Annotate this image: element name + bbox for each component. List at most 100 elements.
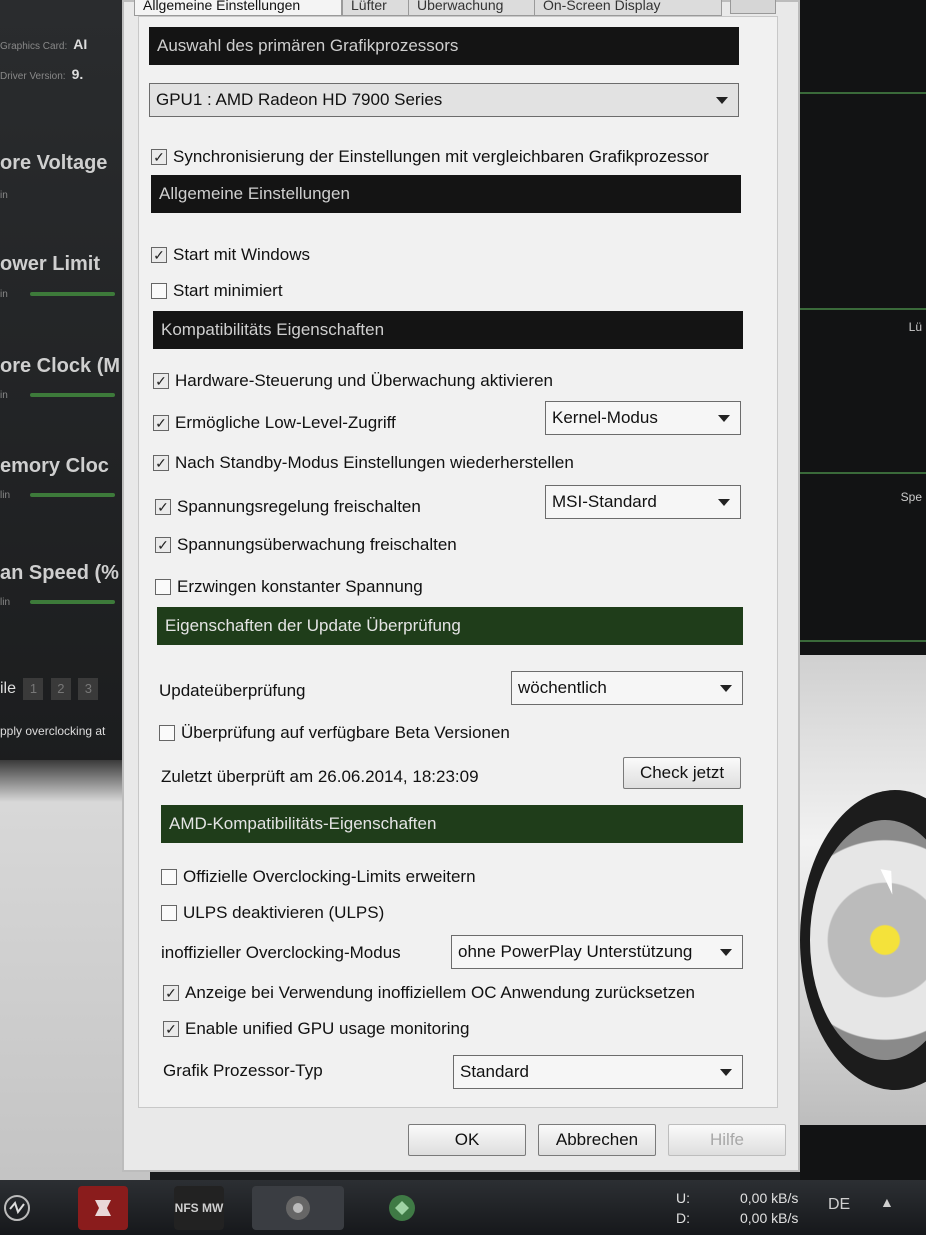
voltage-unlock-row[interactable]: ✓ Spannungsregelung freischalten [155, 497, 421, 517]
sync-checkbox[interactable]: ✓ [151, 149, 167, 165]
standby-row[interactable]: ✓ Nach Standby-Modus Einstellungen wiede… [153, 453, 574, 473]
fan-graph-label: Lü [908, 320, 922, 334]
beta-check-row[interactable]: Überprüfung auf verfügbare Beta Versione… [159, 723, 510, 743]
power-limit-slider[interactable] [30, 292, 115, 296]
voltage-monitor-label: Spannungsüberwachung freischalten [177, 535, 457, 554]
core-voltage-min: in [0, 190, 8, 201]
standby-checkbox[interactable]: ✓ [153, 455, 169, 471]
low-level-row[interactable]: ✓ Ermögliche Low-Level-Zugriff [153, 413, 396, 433]
last-checked-text: Zuletzt überprüft am 26.06.2014, 18:23:0… [161, 767, 479, 786]
start-minimized-checkbox[interactable] [151, 283, 167, 299]
update-interval-select[interactable]: wöchentlich [511, 671, 743, 705]
hw-control-row[interactable]: ✓ Hardware-Steuerung und Überwachung akt… [153, 371, 553, 391]
core-clock-label: ore Clock (M [0, 355, 121, 377]
upload-label: U: [676, 1190, 690, 1206]
chevron-down-icon [720, 1069, 732, 1076]
memory-clock-min: lin [0, 490, 11, 501]
memory-clock-slider[interactable] [30, 493, 115, 497]
gpu-select-value: GPU1 : AMD Radeon HD 7900 Series [156, 90, 443, 109]
ok-button[interactable]: OK [408, 1124, 526, 1156]
official-oc-row[interactable]: Offizielle Overclocking-Limits erweitern [161, 867, 476, 887]
power-limit-min: in [0, 289, 8, 300]
sync-row[interactable]: ✓ Synchronisierung der Einstellungen mit… [151, 147, 709, 167]
fan-speed-label: an Speed (% [0, 562, 119, 584]
voltage-unlock-checkbox[interactable]: ✓ [155, 499, 171, 515]
gpu-type-value: Standard [460, 1062, 529, 1081]
official-oc-checkbox[interactable] [161, 869, 177, 885]
gpu-type-label: Grafik Prozessor-Typ [163, 1061, 323, 1080]
start-windows-checkbox[interactable]: ✓ [151, 247, 167, 263]
network-labels: U: D: [676, 1188, 690, 1228]
chevron-down-icon [720, 949, 732, 956]
profile-label: ile [0, 680, 17, 697]
tray-expand-icon[interactable]: ▲ [880, 1194, 894, 1210]
profile-slot-2[interactable]: 2 [50, 678, 71, 700]
graphics-card-meta: Graphics Card: AI [0, 36, 88, 52]
voltage-mode-value: MSI-Standard [552, 492, 657, 511]
wolfenstein-taskbar-icon[interactable] [78, 1186, 128, 1230]
update-interval-value: wöchentlich [518, 678, 607, 697]
check-now-button[interactable]: Check jetzt [623, 757, 741, 789]
gpu-type-select[interactable]: Standard [453, 1055, 743, 1089]
section-compatibility: Kompatibilitäts Eigenschaften [153, 311, 743, 349]
unified-gpu-checkbox[interactable]: ✓ [163, 1021, 179, 1037]
core-clock-slider[interactable] [30, 393, 115, 397]
profile-slot-1[interactable]: 1 [23, 678, 44, 700]
afterburner-icon [4, 1195, 30, 1221]
beta-check-label: Überprüfung auf verfügbare Beta Versione… [181, 723, 510, 742]
core-voltage-label: ore Voltage [0, 152, 108, 174]
low-level-mode-value: Kernel-Modus [552, 408, 658, 427]
low-level-checkbox[interactable]: ✓ [153, 415, 169, 431]
reset-display-row[interactable]: ✓ Anzeige bei Verwendung inoffiziellem O… [163, 983, 695, 1003]
profile-row: ile 1 2 3 [0, 678, 99, 700]
constant-voltage-checkbox[interactable] [155, 579, 171, 595]
constant-voltage-row[interactable]: Erzwingen konstanter Spannung [155, 577, 423, 597]
beta-check-checkbox[interactable] [159, 725, 175, 741]
tab-osd[interactable]: On-Screen Display [534, 0, 722, 16]
start-windows-row[interactable]: ✓ Start mit Windows [151, 245, 310, 265]
tab-fan[interactable]: Lüfter [342, 0, 410, 16]
low-level-mode-select[interactable]: Kernel-Modus [545, 401, 741, 435]
graph-line [800, 308, 926, 310]
hw-control-checkbox[interactable]: ✓ [153, 373, 169, 389]
fan-speed-slider[interactable] [30, 600, 115, 604]
chevron-down-icon [716, 97, 728, 104]
official-oc-label: Offizielle Overclocking-Limits erweitern [183, 867, 476, 886]
ulps-checkbox[interactable] [161, 905, 177, 921]
media-player-taskbar-icon[interactable] [252, 1186, 344, 1230]
voltage-monitor-row[interactable]: ✓ Spannungsüberwachung freischalten [155, 535, 457, 555]
update-check-label: Updateüberprüfung [159, 681, 306, 700]
general-settings-panel: Auswahl des primären Grafikprozessors GP… [138, 16, 778, 1108]
nfs-taskbar-icon[interactable]: NFS MW [174, 1186, 224, 1230]
fan-speed-min: lin [0, 597, 11, 608]
afterburner-taskbar-icon[interactable] [0, 1186, 34, 1230]
start-minimized-label: Start minimiert [173, 281, 283, 300]
unofficial-oc-value: ohne PowerPlay Unterstützung [458, 942, 693, 961]
standby-label: Nach Standby-Modus Einstellungen wiederh… [175, 453, 574, 472]
gpu-select[interactable]: GPU1 : AMD Radeon HD 7900 Series [149, 83, 739, 117]
section-general: Allgemeine Einstellungen [151, 175, 741, 213]
voltage-monitor-checkbox[interactable]: ✓ [155, 537, 171, 553]
reset-display-checkbox[interactable]: ✓ [163, 985, 179, 1001]
ulps-row[interactable]: ULPS deaktivieren (ULPS) [161, 903, 384, 923]
tab-general-settings[interactable]: Allgemeine Einstellungen [134, 0, 342, 16]
profile-slot-3[interactable]: 3 [78, 678, 99, 700]
jabber-icon [389, 1195, 415, 1221]
cancel-button[interactable]: Abbrechen [538, 1124, 656, 1156]
background-app-right: Lü Spe [800, 0, 926, 1180]
start-minimized-row[interactable]: Start minimiert [151, 281, 283, 301]
speed-graph-label: Spe [900, 490, 922, 504]
tab-monitoring[interactable]: Überwachung [408, 0, 536, 16]
low-level-label: Ermögliche Low-Level-Zugriff [175, 413, 396, 432]
help-button[interactable]: Hilfe [668, 1124, 786, 1156]
tab-scroll-button[interactable] [730, 0, 776, 14]
jabber-taskbar-icon[interactable] [372, 1186, 432, 1230]
language-indicator[interactable]: DE [828, 1196, 850, 1214]
start-windows-label: Start mit Windows [173, 245, 310, 264]
memory-clock-label: emory Cloc [0, 455, 109, 477]
voltage-mode-select[interactable]: MSI-Standard [545, 485, 741, 519]
unified-gpu-label: Enable unified GPU usage monitoring [185, 1019, 470, 1038]
unified-gpu-row[interactable]: ✓ Enable unified GPU usage monitoring [163, 1019, 469, 1039]
unofficial-oc-select[interactable]: ohne PowerPlay Unterstützung [451, 935, 743, 969]
apply-overclocking-text: pply overclocking at [0, 724, 106, 738]
